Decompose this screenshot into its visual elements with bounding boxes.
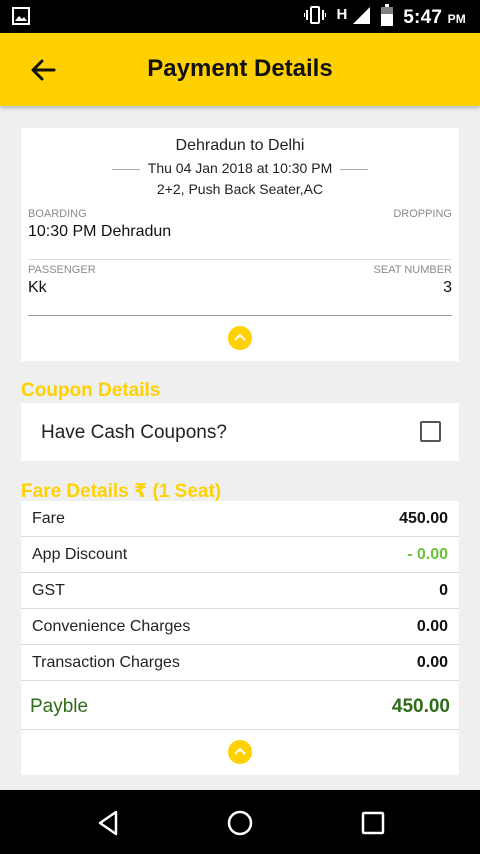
battery-icon bbox=[381, 4, 394, 31]
journey-card: Dehradun to Delhi Thu 04 Jan 2018 at 10:… bbox=[21, 128, 459, 361]
chevron-up-icon bbox=[234, 747, 246, 755]
nav-recents-button[interactable] bbox=[358, 808, 388, 838]
gallery-notification-icon bbox=[12, 7, 30, 30]
fare-row-amount: 0.00 bbox=[416, 654, 448, 671]
status-bar: H 5:47 PM bbox=[0, 0, 480, 33]
app-bar: Payment Details bbox=[0, 33, 480, 106]
passenger-label: PASSENGER bbox=[28, 264, 96, 276]
nav-back-button[interactable] bbox=[94, 808, 124, 838]
divider bbox=[28, 315, 452, 316]
fare-section-title: Fare Details ₹ (1 Seat) bbox=[21, 481, 222, 502]
fare-row-amount: 0 bbox=[439, 582, 448, 599]
fare-row-label: Fare bbox=[32, 510, 65, 527]
fare-row: App Discount - 0.00 bbox=[21, 537, 459, 573]
payable-amount: 450.00 bbox=[391, 696, 450, 717]
page-title: Payment Details bbox=[147, 55, 333, 82]
chevron-up-icon bbox=[234, 333, 246, 341]
nav-recents-icon bbox=[361, 811, 385, 835]
clock: 5:47 PM bbox=[403, 7, 466, 29]
coupon-section-title: Coupon Details bbox=[21, 380, 161, 401]
boarding-label: BOARDING bbox=[28, 208, 87, 220]
payable-row: Payble 450.00 bbox=[21, 682, 459, 730]
dropping-label: DROPPING bbox=[393, 208, 452, 220]
system-nav-bar bbox=[0, 790, 480, 854]
arrow-left-icon bbox=[31, 59, 56, 81]
fare-row: Convenience Charges 0.00 bbox=[21, 609, 459, 645]
divider bbox=[111, 168, 140, 170]
divider bbox=[28, 259, 452, 260]
divider bbox=[340, 168, 369, 170]
payable-label: Payble bbox=[30, 696, 89, 717]
nav-home-icon bbox=[227, 810, 253, 836]
journey-datetime-row: Thu 04 Jan 2018 at 10:30 PM bbox=[21, 160, 459, 176]
boarding-value: 10:30 PM Dehradun bbox=[28, 223, 172, 240]
passenger-value: Kk bbox=[28, 279, 47, 296]
back-button[interactable] bbox=[28, 55, 58, 85]
seat-number-value: 3 bbox=[443, 279, 452, 296]
signal-icon bbox=[351, 5, 371, 30]
nav-back-icon bbox=[98, 810, 118, 836]
fare-row-label: GST bbox=[32, 582, 65, 599]
fare-row: Transaction Charges 0.00 bbox=[21, 645, 459, 681]
fare-row-label: Transaction Charges bbox=[32, 654, 180, 671]
journey-datetime: Thu 04 Jan 2018 at 10:30 PM bbox=[147, 160, 333, 176]
clock-suffix: PM bbox=[447, 11, 466, 26]
fare-row: GST 0 bbox=[21, 573, 459, 609]
fare-row: Fare 450.00 bbox=[21, 501, 459, 537]
clock-time: 5:47 bbox=[403, 6, 443, 28]
vibrate-icon bbox=[303, 5, 328, 30]
cash-coupon-checkbox[interactable] bbox=[420, 421, 441, 442]
expand-fare-button[interactable] bbox=[228, 740, 252, 764]
seat-number-label: SEAT NUMBER bbox=[373, 264, 452, 276]
fare-row-amount: - 0.00 bbox=[407, 546, 448, 563]
fare-row-label: Convenience Charges bbox=[32, 618, 191, 635]
fare-card: Fare 450.00 App Discount - 0.00 GST 0 Co… bbox=[21, 501, 459, 775]
fare-row-amount: 450.00 bbox=[399, 510, 448, 527]
coupon-card: Have Cash Coupons? bbox=[21, 403, 459, 461]
coupon-label: Have Cash Coupons? bbox=[41, 422, 227, 443]
route-title: Dehradun to Delhi bbox=[175, 137, 305, 154]
fare-row-amount: 0.00 bbox=[416, 618, 448, 635]
network-type-label: H bbox=[336, 6, 348, 23]
nav-home-button[interactable] bbox=[225, 808, 255, 838]
bus-type: 2+2, Push Back Seater,AC bbox=[156, 181, 324, 197]
expand-journey-button[interactable] bbox=[228, 326, 252, 350]
fare-row-label: App Discount bbox=[32, 546, 128, 563]
